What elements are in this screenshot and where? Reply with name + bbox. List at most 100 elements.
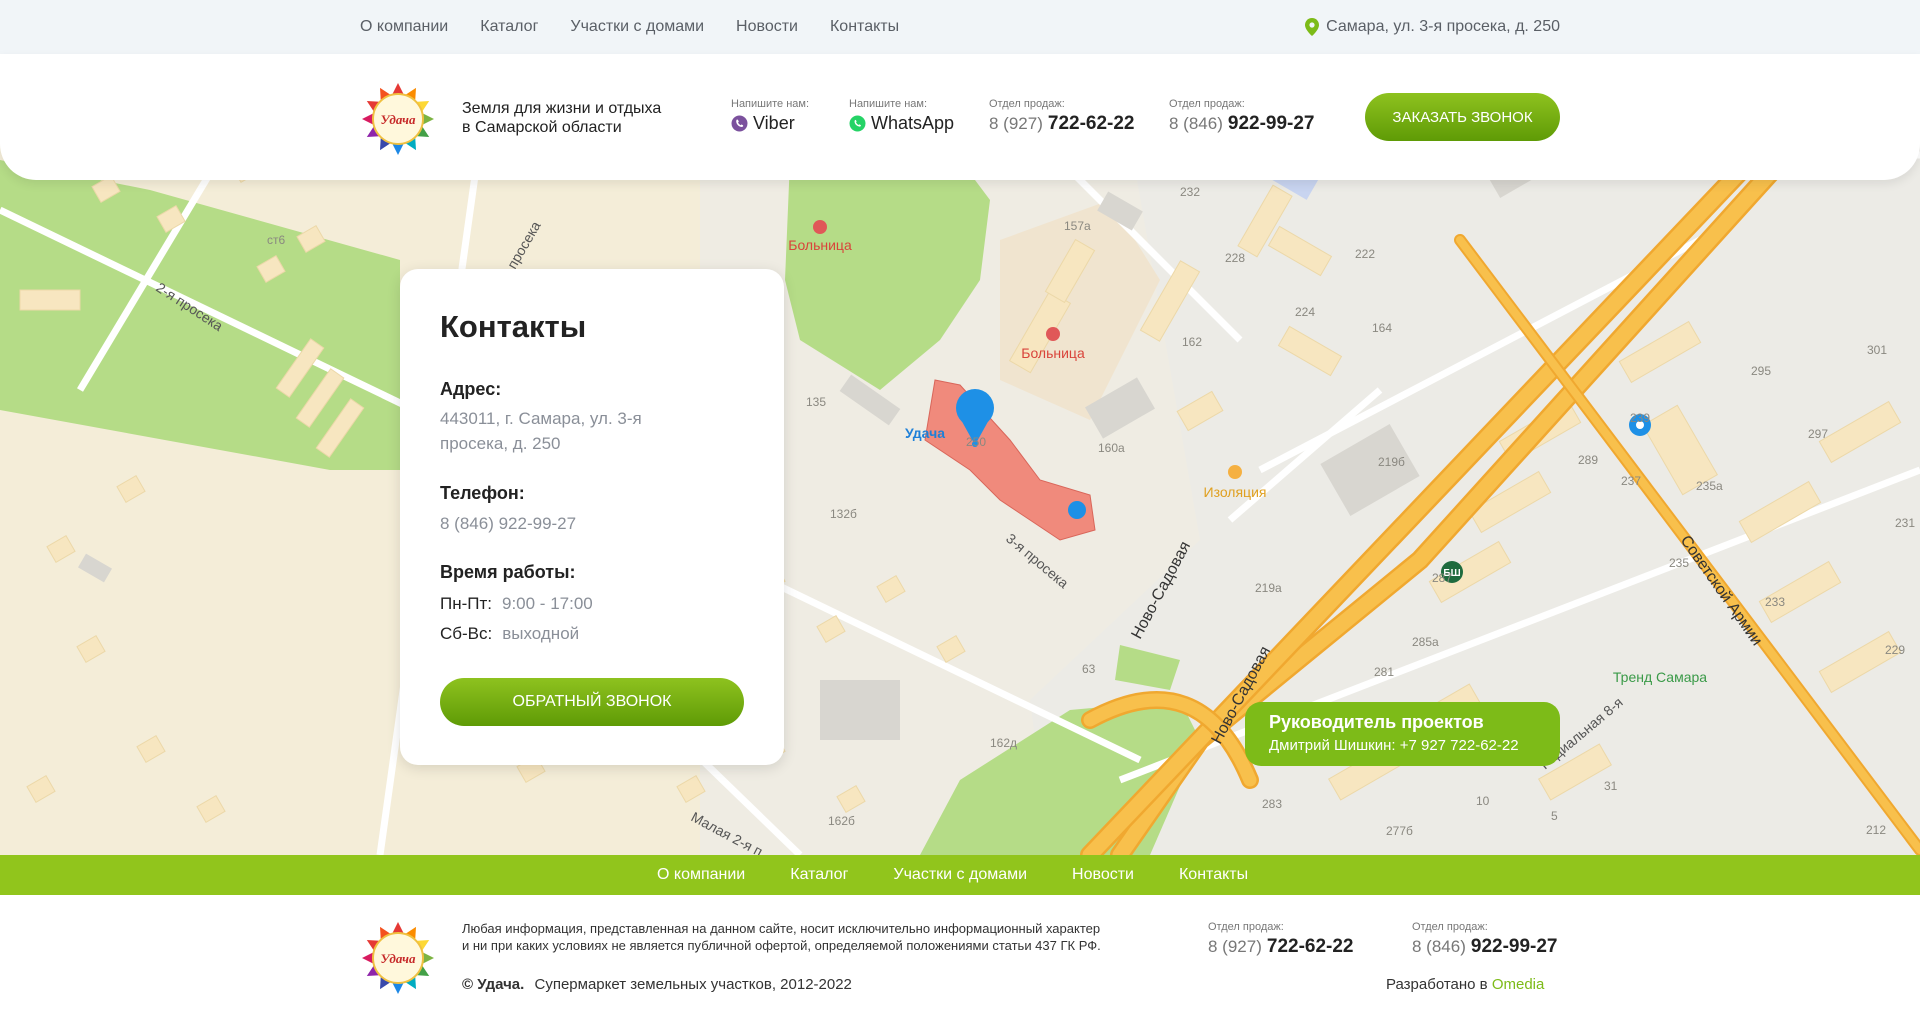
address-line-2: просека, д. 250 xyxy=(440,434,561,453)
whatsapp-contact[interactable]: Напишите нам: WhatsApp xyxy=(849,98,954,134)
svg-text:ст6: ст6 xyxy=(267,233,285,247)
viber-icon xyxy=(731,115,748,132)
address-line-1: 443011, г. Самара, ул. 3-я xyxy=(440,409,642,428)
svg-text:219а: 219а xyxy=(1255,581,1282,595)
top-nav-houses[interactable]: Участки с домами xyxy=(570,18,704,36)
sales-phone-2-prefix: 8 (846) xyxy=(1169,114,1223,133)
svg-text:235а: 235а xyxy=(1696,479,1723,493)
whatsapp-link[interactable]: WhatsApp xyxy=(871,113,954,134)
manager-contact[interactable]: Дмитрий Шишкин: +7 927 722-62-22 xyxy=(1269,737,1560,754)
svg-text:287: 287 xyxy=(1432,571,1452,585)
hours-weekdays: Пн-Пт: 9:00 - 17:00 xyxy=(440,594,593,614)
footer-sales-phone-2[interactable]: Отдел продаж: 8 (846) 922-99-27 xyxy=(1412,921,1558,958)
slogan: Земля для жизни и отдыха в Самарской обл… xyxy=(462,99,682,137)
svg-text:301: 301 xyxy=(1867,343,1887,357)
svg-text:283: 283 xyxy=(1262,797,1282,811)
svg-text:135: 135 xyxy=(806,395,826,409)
address-value: 443011, г. Самара, ул. 3-я просека, д. 2… xyxy=(440,406,642,456)
sales-phone-2-label: Отдел продаж: xyxy=(1169,98,1245,110)
hours-label: Время работы: xyxy=(440,562,576,582)
map[interactable]: БШ Больница Больница Удача Изоляция Трен… xyxy=(0,140,1920,855)
project-manager-badge[interactable]: Руководитель проектов Дмитрий Шишкин: +7… xyxy=(1245,702,1560,766)
svg-text:297: 297 xyxy=(1808,427,1828,441)
footer-phone-1-label: Отдел продаж: xyxy=(1208,921,1284,933)
viber-link[interactable]: Viber xyxy=(753,113,795,134)
svg-text:31: 31 xyxy=(1604,779,1618,793)
footer-logo-text: Удача xyxy=(381,951,416,966)
sales-phone-1-label: Отдел продаж: xyxy=(989,98,1065,110)
header: Удача Земля для жизни и отдыха в Самарск… xyxy=(0,54,1920,180)
svg-text:10: 10 xyxy=(1476,794,1490,808)
sales-phone-2-number[interactable]: 922-99-27 xyxy=(1228,113,1315,135)
developer-link[interactable]: Omedia xyxy=(1492,976,1545,993)
sales-phone-1[interactable]: Отдел продаж: 8 (927) 722-62-22 xyxy=(989,98,1135,135)
whatsapp-icon xyxy=(849,115,866,132)
order-call-button[interactable]: ЗАКАЗАТЬ ЗВОНОК xyxy=(1365,93,1560,141)
manager-title: Руководитель проектов xyxy=(1269,712,1484,732)
phone-value[interactable]: 8 (846) 922-99-27 xyxy=(440,511,576,536)
footer-nav-news[interactable]: Новости xyxy=(1072,866,1134,884)
hours-weekdays-key: Пн-Пт: xyxy=(440,594,492,613)
sales-phone-1-number[interactable]: 722-62-22 xyxy=(1048,113,1135,135)
top-nav-news[interactable]: Новости xyxy=(736,18,798,36)
address-label: Адрес: xyxy=(440,379,502,399)
map-label-trend: Тренд Самара xyxy=(1613,669,1707,685)
svg-text:285а: 285а xyxy=(1412,635,1439,649)
footer-sales-phone-1[interactable]: Отдел продаж: 8 (927) 722-62-22 xyxy=(1208,921,1354,958)
svg-text:233: 233 xyxy=(1765,595,1785,609)
svg-text:5: 5 xyxy=(1551,809,1558,823)
copyright-text: Супермаркет земельных участков, 2012-202… xyxy=(534,976,852,993)
sales-phone-2[interactable]: Отдел продаж: 8 (846) 922-99-27 xyxy=(1169,98,1315,135)
footer-nav-contacts[interactable]: Контакты xyxy=(1179,866,1248,884)
logo[interactable]: Удача xyxy=(360,81,436,157)
map-label-hospital-2: Больница xyxy=(1021,345,1085,361)
viber-label: Напишите нам: xyxy=(731,98,810,110)
hospital-icon xyxy=(1046,327,1060,341)
svg-text:281: 281 xyxy=(1374,665,1394,679)
developer-text: Разработано в xyxy=(1386,976,1488,993)
disclaimer: Любая информация, представленная на данн… xyxy=(462,920,1182,954)
callback-button[interactable]: ОБРАТНЫЙ ЗВОНОК xyxy=(440,678,744,726)
copyright: © Удача. Супермаркет земельных участков,… xyxy=(462,976,852,993)
developer-credit: Разработано в Omedia xyxy=(1386,976,1544,993)
hours-weekend: Сб-Вс: выходной xyxy=(440,624,579,644)
contacts-card: Контакты Адрес: 443011, г. Самара, ул. 3… xyxy=(400,269,784,765)
disclaimer-line-1: Любая информация, представленная на данн… xyxy=(462,921,1101,936)
map-canvas[interactable]: БШ Больница Больница Удача Изоляция Трен… xyxy=(0,140,1920,855)
footer-phone-1-number[interactable]: 722-62-22 xyxy=(1267,936,1354,958)
svg-text:231: 231 xyxy=(1895,516,1915,530)
top-bar: О компании Каталог Участки с домами Ново… xyxy=(0,0,1920,54)
hours-weekend-key: Сб-Вс: xyxy=(440,624,493,643)
contacts-title: Контакты xyxy=(440,309,587,344)
svg-text:219б: 219б xyxy=(1378,455,1405,469)
svg-text:132б: 132б xyxy=(830,507,857,521)
copyright-brand: © Удача. xyxy=(462,976,525,993)
svg-text:289: 289 xyxy=(1578,453,1598,467)
footer-nav: О компании Каталог Участки с домами Ново… xyxy=(0,855,1920,895)
footer-nav-about[interactable]: О компании xyxy=(657,866,745,884)
footer-nav-houses[interactable]: Участки с домами xyxy=(893,866,1027,884)
top-nav-catalog[interactable]: Каталог xyxy=(480,18,538,36)
svg-text:237: 237 xyxy=(1621,474,1641,488)
map-label-izolyatsia: Изоляция xyxy=(1204,484,1267,500)
footer-phone-1-prefix: 8 (927) xyxy=(1208,937,1262,956)
whatsapp-label: Напишите нам: xyxy=(849,98,928,110)
hours-weekend-value: выходной xyxy=(502,624,580,643)
shop-icon xyxy=(1228,465,1242,479)
svg-text:157а: 157а xyxy=(1064,219,1091,233)
disclaimer-line-2: и ни при каких условиях не является публ… xyxy=(462,938,1101,953)
svg-text:235: 235 xyxy=(1669,556,1689,570)
top-nav-contacts[interactable]: Контакты xyxy=(830,18,899,36)
top-nav-about[interactable]: О компании xyxy=(360,18,448,36)
footer-nav-catalog[interactable]: Каталог xyxy=(790,866,848,884)
footer-phone-2-label: Отдел продаж: xyxy=(1412,921,1488,933)
viber-contact[interactable]: Напишите нам: Viber xyxy=(731,98,809,134)
svg-text:162д: 162д xyxy=(990,736,1017,750)
footer-phone-2-number[interactable]: 922-99-27 xyxy=(1471,936,1558,958)
svg-text:229: 229 xyxy=(1885,643,1905,657)
logo-text: Удача xyxy=(381,112,416,127)
footer-logo[interactable]: Удача xyxy=(360,920,436,996)
slogan-line-1: Земля для жизни и отдыха xyxy=(462,100,662,117)
svg-text:232: 232 xyxy=(1180,185,1200,199)
top-nav: О компании Каталог Участки с домами Ново… xyxy=(360,18,899,36)
